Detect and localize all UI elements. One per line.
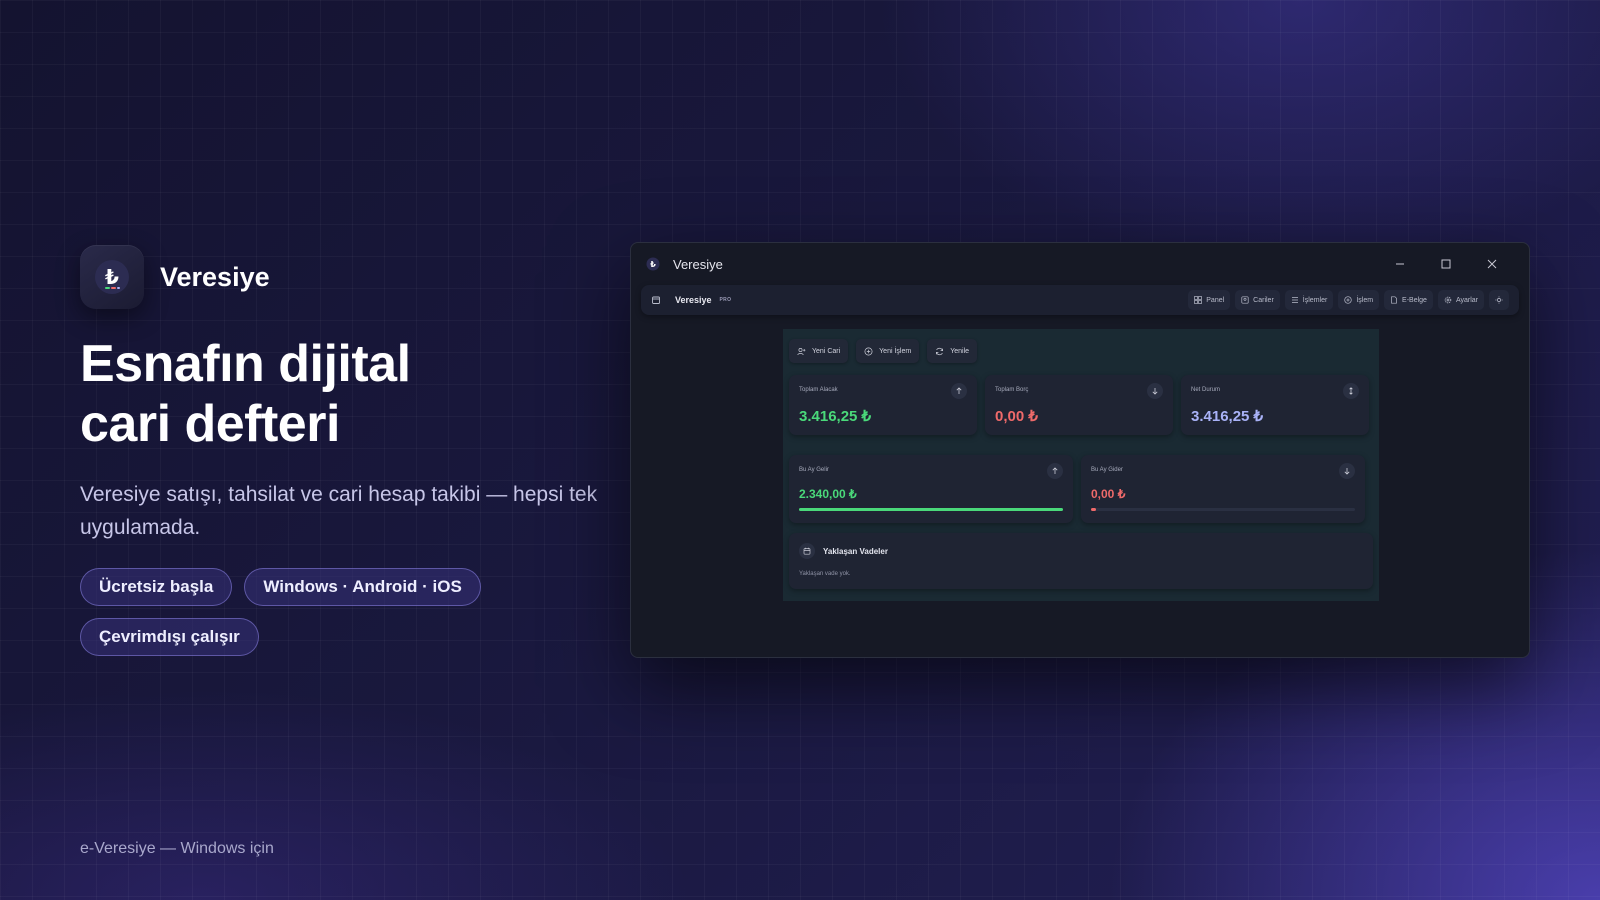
monthly-cards: Bu Ay Gelir 2.340,00 ₺ Bu Ay Gider 0,00 … [783, 435, 1379, 523]
card-label: Net Durum [1191, 387, 1221, 393]
card-value: 0,00 ₺ [1091, 487, 1126, 501]
minimize-icon [1396, 263, 1404, 265]
nav-panel-label: Panel [1206, 296, 1225, 304]
maximize-button[interactable] [1423, 249, 1469, 279]
upcoming-dues-card: Yaklaşan Vadeler Yaklaşan vade yok. [789, 533, 1373, 589]
brand: ₺ Veresiye [80, 245, 270, 309]
upcoming-dues-empty: Yaklaşan vade yok. [799, 571, 851, 577]
summary-card-receivable: Toplam Alacak 3.416,25 ₺ [789, 375, 977, 435]
calendar-icon [799, 543, 815, 559]
arrow-up-icon [951, 383, 967, 399]
new-transaction-label: Yeni İşlem [879, 347, 912, 355]
summary-card-net: Net Durum 3.416,25 ₺ [1181, 375, 1369, 435]
app-icon: ₺ [645, 256, 661, 272]
brand-name: Veresiye [160, 261, 270, 292]
card-value: 0,00 ₺ [995, 408, 1038, 425]
dashboard-content: Yeni Cari Yeni İşlem Yenile Toplam Alaca… [783, 329, 1379, 601]
refresh-label: Yenile [950, 347, 970, 355]
app-window: ₺ Veresiye Veresiye PRO Panel Cariler İş… [630, 242, 1530, 658]
user-plus-icon [797, 347, 806, 355]
monthly-card-expense: Bu Ay Gider 0,00 ₺ [1081, 455, 1365, 523]
main-nav: Panel Cariler İşlemler İşlem E-Belge Aya… [1188, 290, 1509, 310]
nav-islemler-label: İşlemler [1302, 296, 1328, 304]
quick-actions: Yeni Cari Yeni İşlem Yenile [783, 329, 1379, 363]
nav-islemler[interactable]: İşlemler [1284, 290, 1334, 310]
contacts-icon [1241, 296, 1249, 304]
nav-islem[interactable]: İşlem [1338, 290, 1380, 310]
nav-islem-label: İşlem [1356, 296, 1374, 304]
subtitle: Veresiye satışı, tahsilat ve cari hesap … [80, 483, 598, 539]
upcoming-dues-title: Yaklaşan Vadeler [823, 546, 888, 556]
store-icon [652, 296, 660, 304]
pill-free-start[interactable]: Ücretsiz başla [80, 568, 233, 606]
refresh-icon [936, 347, 944, 355]
close-button[interactable] [1469, 249, 1515, 279]
income-progress-fill [799, 508, 1063, 511]
refresh-button[interactable]: Yenile [927, 339, 978, 363]
nav-ebelge[interactable]: E-Belge [1384, 290, 1433, 310]
nav-cariler-label: Cariler [1253, 296, 1274, 304]
arrow-up-icon [1047, 463, 1063, 479]
card-label: Bu Ay Gider [1091, 467, 1123, 473]
nav-ebelge-label: E-Belge [1402, 296, 1427, 304]
card-label: Toplam Borç [995, 387, 1029, 393]
card-value: 3.416,25 ₺ [799, 408, 872, 425]
app-name: Veresiye [675, 295, 712, 305]
pill-offline[interactable]: Çevrimdışı çalışır [80, 618, 259, 656]
expense-progress-fill [1091, 508, 1097, 511]
headline-line-1: Esnafın dijital [80, 335, 411, 393]
close-icon [1487, 259, 1497, 269]
svg-text:₺: ₺ [650, 260, 656, 269]
arrow-down-icon [1147, 383, 1163, 399]
income-progress-bar [799, 508, 1063, 511]
arrow-down-icon [1339, 463, 1355, 479]
document-icon [1391, 296, 1397, 304]
new-transaction-button[interactable]: Yeni İşlem [856, 339, 920, 363]
monthly-card-income: Bu Ay Gelir 2.340,00 ₺ [789, 455, 1073, 523]
expense-progress-bar [1091, 508, 1355, 511]
nav-cariler[interactable]: Cariler [1235, 290, 1280, 310]
pill-platforms[interactable]: Windows · Android · iOS [244, 568, 481, 606]
app-brand[interactable]: Veresiye PRO [651, 295, 731, 305]
maximize-icon [1441, 259, 1451, 269]
sun-icon [1495, 296, 1503, 304]
pro-badge: PRO [719, 297, 732, 303]
card-value: 3.416,25 ₺ [1191, 408, 1264, 425]
gear-icon [1444, 296, 1452, 304]
headline-line-2: cari defteri [80, 395, 340, 453]
card-label: Toplam Alacak [799, 387, 838, 393]
nav-ayarlar-label: Ayarlar [1455, 296, 1478, 304]
list-icon [1291, 297, 1298, 303]
arrows-updown-icon [1343, 383, 1359, 399]
card-value: 2.340,00 ₺ [799, 487, 857, 501]
minimize-button[interactable] [1377, 249, 1423, 279]
footer-text: e-Veresiye — Windows için [80, 840, 274, 857]
plus-circle-icon [1344, 296, 1352, 304]
plus-circle-icon [864, 347, 873, 355]
feature-pills: Ücretsiz başla Windows · Android · iOS Ç… [80, 568, 500, 656]
grid-icon [1194, 296, 1203, 304]
card-label: Bu Ay Gelir [799, 467, 829, 473]
window-title: Veresiye [673, 256, 723, 272]
headline: Esnafın dijital cari defteri [80, 334, 600, 454]
lira-icon: ₺ [80, 245, 144, 309]
nav-ayarlar[interactable]: Ayarlar [1437, 290, 1484, 310]
app-navbar: Veresiye PRO Panel Cariler İşlemler İşle… [641, 285, 1519, 315]
new-account-label: Yeni Cari [812, 347, 841, 355]
svg-text:₺: ₺ [105, 265, 119, 289]
new-account-button[interactable]: Yeni Cari [789, 339, 849, 363]
window-titlebar: ₺ Veresiye [631, 243, 1529, 285]
summary-card-debt: Toplam Borç 0,00 ₺ [985, 375, 1173, 435]
summary-cards: Toplam Alacak 3.416,25 ₺ Toplam Borç 0,0… [783, 363, 1379, 435]
nav-panel[interactable]: Panel [1188, 290, 1231, 310]
theme-toggle-button[interactable] [1489, 290, 1509, 310]
